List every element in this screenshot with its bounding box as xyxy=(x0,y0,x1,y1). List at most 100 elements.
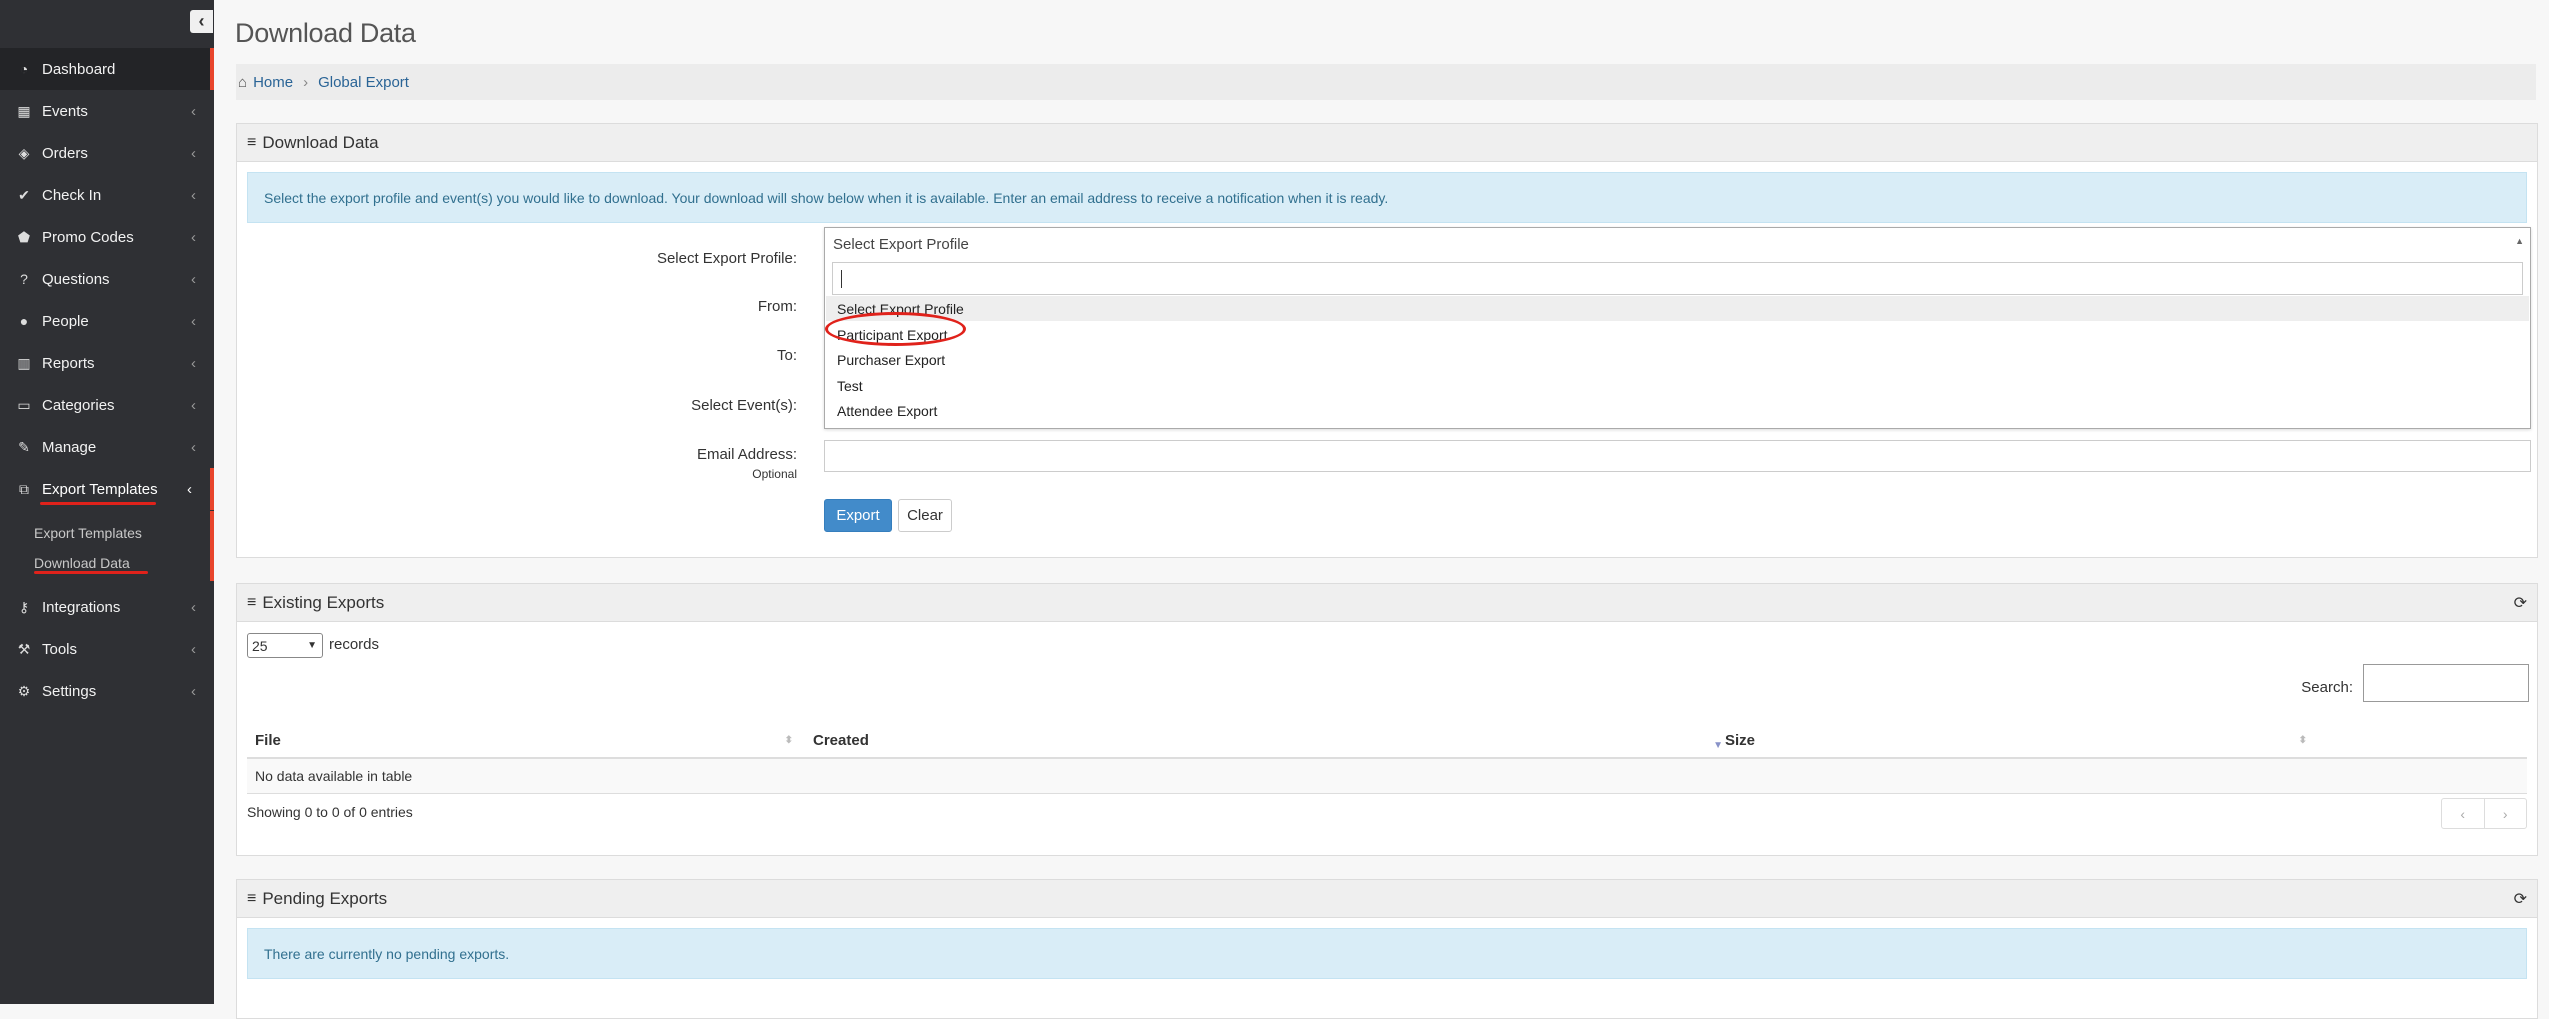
sidebar: ‹ ◔ Dashboard ▦ Events ‹ ◈ Orders ‹ ✔ Ch… xyxy=(0,0,214,1004)
column-header-size[interactable]: Size ⬍ xyxy=(1725,724,2307,756)
existing-exports-panel: ≡ Existing Exports ⟳ 25 ▼ records Search… xyxy=(236,583,2538,856)
annotation-underline xyxy=(40,502,156,505)
sidebar-item-categories[interactable]: ▭ Categories ‹ xyxy=(0,384,214,426)
dropdown-option[interactable]: Participant Export xyxy=(826,322,2529,347)
sidebar-subitem-download-data[interactable]: Download Data xyxy=(34,555,130,571)
sort-icon: ⬍ xyxy=(784,734,793,746)
dashboard-icon: ◔ xyxy=(19,61,29,77)
sidebar-item-manage[interactable]: ✎ Manage ‹ xyxy=(0,426,214,468)
email-field[interactable] xyxy=(824,440,2531,472)
check-icon: ✔ xyxy=(18,186,30,203)
dropdown-option[interactable]: Select Export Profile xyxy=(826,296,2529,321)
tickets-icon: ◈ xyxy=(18,144,30,161)
bars-icon: ≡ xyxy=(247,889,257,907)
pending-exports-panel: ≡ Pending Exports ⟳ There are currently … xyxy=(236,879,2538,1019)
sort-desc-icon: ▼ xyxy=(1713,740,1723,751)
email-optional-hint: Optional xyxy=(752,467,797,481)
sidebar-item-label: Promo Codes xyxy=(42,228,134,246)
question-icon: ? xyxy=(20,271,28,287)
home-icon: ⌂ xyxy=(238,73,248,91)
panel-header: ≡ Download Data xyxy=(237,124,2537,162)
sidebar-item-check-in[interactable]: ✔ Check In ‹ xyxy=(0,174,214,216)
chevron-left-icon: ‹ xyxy=(191,186,196,204)
tag-icon: ⬟ xyxy=(17,228,31,245)
previous-page-button[interactable]: ‹ xyxy=(2442,799,2485,828)
external-link-icon: ⧉ xyxy=(19,480,29,497)
records-label: records xyxy=(329,636,380,653)
select-arrow-icon: ▼ xyxy=(307,640,317,651)
chevron-left-icon: ‹ xyxy=(191,438,196,456)
panel-title: Download Data xyxy=(262,132,379,152)
to-label: To: xyxy=(776,347,797,364)
sidebar-item-label: Export Templates xyxy=(42,480,158,498)
sidebar-item-label: People xyxy=(42,312,89,330)
page-title: Download Data xyxy=(235,18,416,48)
download-data-panel: ≡ Download Data Select the export profil… xyxy=(236,123,2538,558)
sidebar-item-tools[interactable]: ⚒ Tools ‹ xyxy=(0,628,214,670)
panel-header: ≡ Pending Exports ⟳ xyxy=(237,880,2537,918)
sidebar-collapse-button[interactable]: ‹ xyxy=(190,10,213,33)
dropdown-search-input[interactable] xyxy=(832,262,2523,295)
sidebar-item-label: Tools xyxy=(42,640,78,658)
refresh-icon[interactable]: ⟳ xyxy=(2514,889,2527,909)
column-label: File xyxy=(255,731,281,749)
calendar-icon: ▦ xyxy=(17,102,31,119)
pagination: ‹ › xyxy=(2441,798,2527,829)
sidebar-item-people[interactable]: ● People ‹ xyxy=(0,300,214,342)
breadcrumb: ⌂ Home › Global Export xyxy=(236,64,2536,100)
search-input[interactable] xyxy=(2363,664,2529,702)
dropdown-option[interactable]: Test xyxy=(826,373,2529,398)
sidebar-item-label: Check In xyxy=(42,186,102,204)
bars-icon: ≡ xyxy=(247,133,257,151)
breadcrumb-home-link[interactable]: Home xyxy=(253,74,293,91)
folder-icon: ▭ xyxy=(17,396,31,413)
annotation-circle xyxy=(825,312,966,346)
refresh-icon[interactable]: ⟳ xyxy=(2514,593,2527,613)
bar-chart-icon: ▥ xyxy=(17,354,31,371)
dropdown-option[interactable]: Purchaser Export xyxy=(826,347,2529,372)
panel-header: ≡ Existing Exports ⟳ xyxy=(237,584,2537,622)
chevron-left-icon: ‹ xyxy=(191,354,196,372)
info-alert: Select the export profile and event(s) y… xyxy=(247,172,2527,223)
breadcrumb-current-link[interactable]: Global Export xyxy=(318,74,409,91)
clear-button[interactable]: Clear xyxy=(898,499,952,532)
chevron-left-icon: ‹ xyxy=(191,270,196,288)
dropdown-option[interactable]: Attendee Export xyxy=(826,398,2529,423)
export-profile-selected[interactable]: Select Export Profile xyxy=(825,228,2530,260)
from-label: From: xyxy=(757,298,797,315)
column-header-file[interactable]: File ⬍ xyxy=(255,724,795,756)
chevron-left-icon: ‹ xyxy=(191,228,196,246)
column-label: Created xyxy=(813,731,869,749)
export-profile-dropdown[interactable]: Select Export Profile ▲ Select Export Pr… xyxy=(824,227,2531,429)
chevron-left-icon: ‹ xyxy=(191,598,196,616)
export-button[interactable]: Export xyxy=(824,499,892,532)
search-label: Search: xyxy=(2301,679,2353,696)
user-icon: ● xyxy=(19,313,29,329)
sidebar-item-integrations[interactable]: ⚷ Integrations ‹ xyxy=(0,586,214,628)
breadcrumb-separator-icon: › xyxy=(303,73,309,91)
sidebar-subitem-export-templates[interactable]: Export Templates xyxy=(34,525,142,541)
sidebar-item-settings[interactable]: ⚙ Settings ‹ xyxy=(0,670,214,712)
next-page-button[interactable]: › xyxy=(2485,799,2527,828)
chevron-left-icon: ‹ xyxy=(198,11,205,31)
column-header-created[interactable]: Created ▼ xyxy=(813,724,1723,756)
chevron-left-icon: ‹ xyxy=(191,102,196,120)
sidebar-item-reports[interactable]: ▥ Reports ‹ xyxy=(0,342,214,384)
chevron-left-icon: ‹ xyxy=(191,640,196,658)
page-length-value: 25 xyxy=(252,637,268,654)
email-label: Email Address: xyxy=(696,446,797,463)
sidebar-item-promo-codes[interactable]: ⬟ Promo Codes ‹ xyxy=(0,216,214,258)
edit-icon: ✎ xyxy=(18,438,30,455)
panel-title: Existing Exports xyxy=(262,592,385,612)
caret-up-icon: ▲ xyxy=(2515,236,2524,246)
export-profile-label: Select Export Profile: xyxy=(656,250,797,267)
sidebar-item-orders[interactable]: ◈ Orders ‹ xyxy=(0,132,214,174)
chevron-left-icon: ‹ xyxy=(191,144,196,162)
sidebar-item-dashboard[interactable]: ◔ Dashboard xyxy=(0,48,214,90)
page-length-select[interactable]: 25 ▼ xyxy=(247,633,323,658)
chevron-down-icon: ‹ xyxy=(187,480,192,498)
chevron-left-icon: ‹ xyxy=(191,396,196,414)
sidebar-item-questions[interactable]: ? Questions ‹ xyxy=(0,258,214,300)
table-info: Showing 0 to 0 of 0 entries xyxy=(247,804,413,820)
sidebar-item-events[interactable]: ▦ Events ‹ xyxy=(0,90,214,132)
